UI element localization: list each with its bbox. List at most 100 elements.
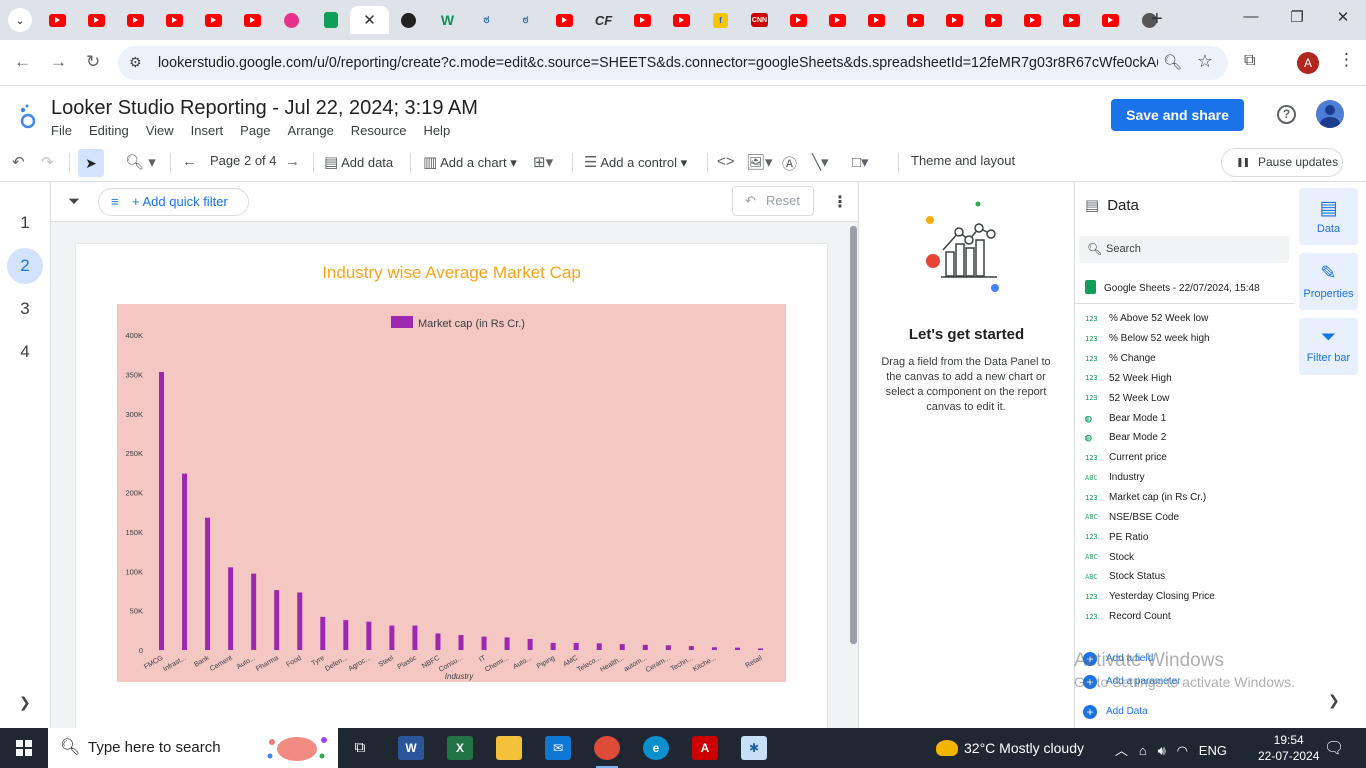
next-page-icon[interactable]: →: [285, 153, 300, 170]
file-explorer-icon[interactable]: [496, 736, 522, 760]
browser-tab[interactable]: [38, 6, 77, 34]
mail-icon[interactable]: ✉: [545, 736, 571, 760]
browser-tab[interactable]: [194, 6, 233, 34]
community-viz-icon[interactable]: ⊞▾: [533, 153, 553, 171]
edge-icon[interactable]: e: [643, 736, 669, 760]
menu-view[interactable]: View: [146, 123, 174, 138]
browser-tab[interactable]: [116, 6, 155, 34]
data-field-item[interactable]: 123 52 Week Low: [1085, 388, 1290, 408]
data-field-item[interactable]: 123 % Above 52 Week low: [1085, 309, 1290, 329]
browser-tab[interactable]: [1130, 6, 1169, 34]
looker-studio-logo-icon[interactable]: [18, 103, 38, 129]
add-control-button[interactable]: ☰ Add a control ▾: [584, 153, 687, 171]
menu-resource[interactable]: Resource: [351, 123, 407, 138]
window-close-icon[interactable]: ✕: [1328, 8, 1358, 26]
chart-title[interactable]: Industry wise Average Market Cap: [76, 263, 827, 283]
forward-icon[interactable]: →: [50, 52, 67, 72]
restore-icon[interactable]: ❐: [1282, 8, 1312, 26]
theme-and-layout-button[interactable]: Theme and layout: [911, 153, 1015, 168]
chevron-up-icon[interactable]: ︿: [1115, 743, 1128, 758]
system-tray[interactable]: ︿ ⌂ 🔊︎ ◠ ENG: [1115, 740, 1227, 759]
menu-page[interactable]: Page: [240, 123, 270, 138]
snipping-tool-icon[interactable]: ✱: [741, 736, 767, 760]
text-box-icon[interactable]: Ⓐ: [782, 153, 797, 174]
data-field-item[interactable]: 123 52 Week High: [1085, 369, 1290, 389]
data-field-item[interactable]: ABC Industry: [1085, 468, 1290, 488]
word-icon[interactable]: W: [398, 736, 424, 760]
embed-code-icon[interactable]: <>: [717, 153, 735, 170]
browser-tab[interactable]: CF: [584, 6, 623, 34]
line-icon[interactable]: ╲▾: [812, 153, 829, 171]
browser-tab[interactable]: [1091, 6, 1130, 34]
browser-tab[interactable]: [155, 6, 194, 34]
minimize-icon[interactable]: —: [1236, 8, 1266, 25]
data-field-item[interactable]: ABC Stock: [1085, 547, 1290, 567]
browser-menu-icon[interactable]: ⋮: [1338, 50, 1355, 70]
browser-tab[interactable]: [974, 6, 1013, 34]
collapse-panel-icon[interactable]: ❯: [1328, 692, 1340, 709]
back-icon[interactable]: ←: [14, 52, 31, 72]
more-options-icon[interactable]: ⋮: [832, 192, 848, 212]
filter-icon[interactable]: ⏷: [68, 193, 80, 210]
menu-arrange[interactable]: Arrange: [288, 123, 334, 138]
data-field-search-input[interactable]: 🔍︎ Search: [1079, 236, 1289, 263]
browser-tab[interactable]: [896, 6, 935, 34]
data-field-item[interactable]: ABC Stock Status: [1085, 567, 1290, 587]
weather-widget[interactable]: 32°C Mostly cloudy: [936, 740, 1084, 756]
browser-tab[interactable]: CNN: [740, 6, 779, 34]
excel-icon[interactable]: X: [447, 736, 473, 760]
browser-tab[interactable]: [818, 6, 857, 34]
data-field-item[interactable]: 123 Yesterday Closing Price: [1085, 587, 1290, 607]
properties-rail-button[interactable]: ✎ Properties: [1299, 253, 1358, 310]
clock[interactable]: 19:54 22-07-2024: [1258, 732, 1319, 764]
menu-file[interactable]: File: [51, 123, 72, 138]
help-icon[interactable]: ?: [1277, 105, 1296, 124]
browser-tab[interactable]: ಠ: [506, 6, 545, 34]
bookmark-star-icon[interactable]: ☆: [1197, 51, 1213, 72]
undo-icon[interactable]: ↶: [12, 153, 25, 171]
browser-tab[interactable]: [1052, 6, 1091, 34]
reset-button[interactable]: ↶ Reset: [732, 186, 814, 216]
zoom-icon[interactable]: 🔍︎: [1163, 53, 1182, 71]
browser-tab[interactable]: ಠ: [467, 6, 506, 34]
browser-tab[interactable]: [389, 6, 428, 34]
shape-icon[interactable]: □▾: [852, 153, 869, 171]
volume-icon[interactable]: 🔊︎: [1158, 743, 1166, 758]
network-icon[interactable]: ⌂: [1139, 743, 1147, 758]
report-page[interactable]: Industry wise Average Market Cap Market …: [76, 244, 827, 728]
save-and-share-button[interactable]: Save and share: [1111, 99, 1244, 131]
menu-editing[interactable]: Editing: [89, 123, 129, 138]
browser-tab[interactable]: [1013, 6, 1052, 34]
profile-avatar[interactable]: A: [1297, 52, 1319, 74]
menu-insert[interactable]: Insert: [191, 123, 224, 138]
browser-tab[interactable]: ✕: [350, 6, 389, 34]
page-3-link[interactable]: 3: [7, 291, 43, 327]
add-quick-filter-button[interactable]: ≡ + Add quick filter: [98, 188, 249, 216]
task-view-icon[interactable]: ⧉: [347, 736, 373, 760]
bar-chart[interactable]: Market cap (in Rs Cr.) 0 50K 100K 150K 200K 25…: [117, 304, 786, 682]
data-field-item[interactable]: ◍ Bear Mode 1: [1085, 408, 1290, 428]
browser-tab[interactable]: [233, 6, 272, 34]
browser-tab[interactable]: [662, 6, 701, 34]
browser-tab[interactable]: f: [701, 6, 740, 34]
data-field-item[interactable]: 123 % Change: [1085, 349, 1290, 369]
page-1-link[interactable]: 1: [7, 205, 43, 241]
browser-tab[interactable]: [857, 6, 896, 34]
acrobat-icon[interactable]: A: [692, 736, 718, 760]
report-title[interactable]: Looker Studio Reporting - Jul 22, 2024; …: [51, 97, 478, 120]
reload-icon[interactable]: ↻: [86, 52, 100, 72]
notifications-icon[interactable]: 🗨︎: [1324, 738, 1344, 758]
data-field-item[interactable]: ABC NSE/BSE Code: [1085, 507, 1290, 527]
page-indicator[interactable]: Page 2 of 4: [210, 153, 277, 168]
canvas-scrollbar[interactable]: [850, 226, 857, 644]
data-rail-button[interactable]: ▤ Data: [1299, 188, 1358, 245]
menu-help[interactable]: Help: [423, 123, 450, 138]
wifi-icon[interactable]: ◠: [1177, 743, 1188, 758]
add-chart-button[interactable]: ▥ Add a chart ▾: [423, 153, 517, 171]
omnibox[interactable]: ⚙ lookerstudio.google.com/u/0/reporting/…: [118, 46, 1228, 80]
data-field-item[interactable]: 123 Current price: [1085, 448, 1290, 468]
add-data-button[interactable]: ▤ Add data: [324, 153, 393, 171]
browser-tab[interactable]: [623, 6, 662, 34]
add-data-source-button[interactable]: + Add Data: [1083, 705, 1148, 719]
taskbar-search-box[interactable]: 🔍︎ Type here to search: [48, 728, 338, 768]
